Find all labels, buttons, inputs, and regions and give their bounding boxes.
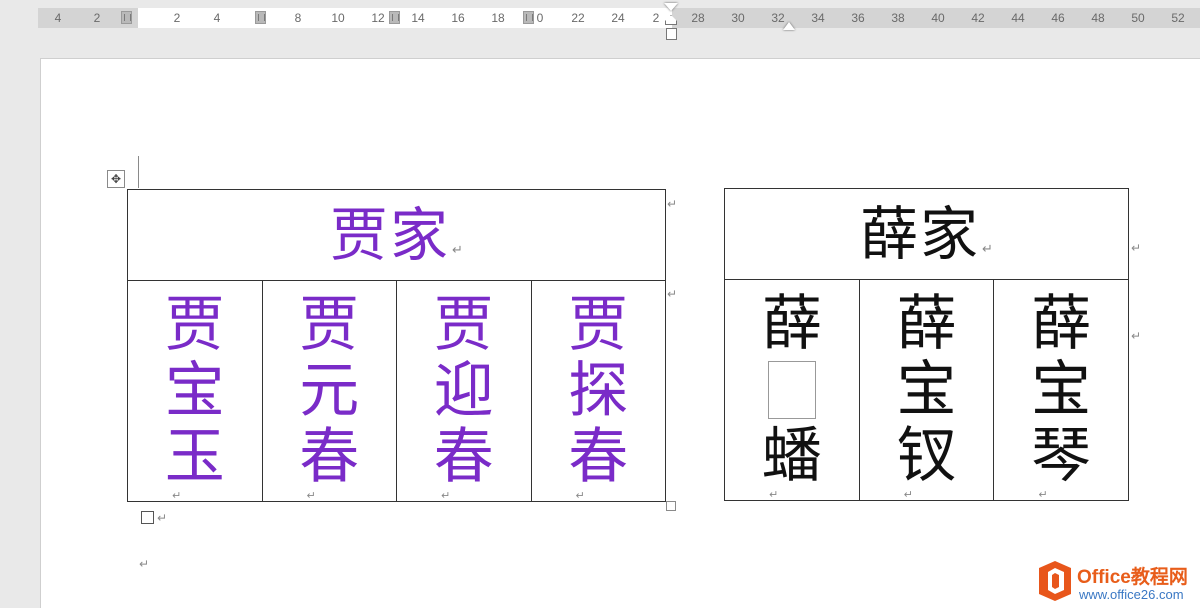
first-line-indent-marker[interactable] <box>664 3 678 11</box>
watermark-title: Office教程网 <box>1077 567 1188 588</box>
member-name-cell[interactable]: 贾探春 ↵ <box>530 280 666 502</box>
name-character: 元 <box>299 356 360 426</box>
paragraph-mark-icon: ↵ <box>139 557 150 571</box>
ruler-tick-label: 50 <box>1131 11 1145 25</box>
name-character: 琴 <box>1031 421 1092 491</box>
cell-end-mark-icon: ↵ <box>172 489 182 502</box>
ruler-tick-label: 22 <box>571 11 585 25</box>
name-character: 宝 <box>1031 355 1092 425</box>
ruler-tick-label: 48 <box>1091 11 1105 25</box>
xue-header-cell[interactable]: 薛家 ↵ <box>724 188 1129 280</box>
ruler-tick-label: 2 <box>173 11 181 25</box>
name-character: 蟠 <box>761 421 822 491</box>
ruler-tick-label: 42 <box>971 11 985 25</box>
vertical-name: 贾探春 <box>532 281 666 501</box>
name-character: 春 <box>433 422 494 492</box>
column-marker[interactable] <box>255 11 266 24</box>
ruler-tick-label: 4 <box>54 11 62 25</box>
horizontal-ruler[interactable]: 4 2 2 4 8 10 12 14 16 18 0 22 24 2 28 30 32 34 36 38 40 42 44 4… <box>0 0 1200 40</box>
ruler-tick-label: 28 <box>691 11 705 25</box>
ruler-tick-label: 10 <box>331 11 345 25</box>
text-cursor <box>138 156 139 188</box>
name-character: 宝 <box>896 355 957 425</box>
vertical-name: 贾宝玉 <box>128 281 262 501</box>
cell-end-mark-icon: ↵ <box>306 489 316 502</box>
left-indent-marker[interactable] <box>666 28 677 40</box>
paragraph-mark-icon: ↵ <box>452 243 463 258</box>
ruler-tick-label: 46 <box>1051 11 1065 25</box>
ruler-tick-label: 4 <box>213 11 221 25</box>
vertical-name: 贾元春 <box>263 281 397 501</box>
vertical-name: 薛宝钗 <box>860 280 994 500</box>
name-character: 贾 <box>433 290 494 360</box>
office-logo-icon <box>1039 561 1071 601</box>
jia-family-table[interactable]: 贾家 ↵ 贾宝玉 ↵ 贾元春 ↵ 贾迎春 ↵ 贾探春 ↵ <box>127 189 666 502</box>
watermark-url: www.office26.com <box>1079 587 1184 602</box>
ruler-tick-label: 8 <box>294 11 302 25</box>
ruler-tick-label: 52 <box>1171 11 1185 25</box>
cell-end-mark-icon: ↵ <box>575 489 585 502</box>
paragraph-mark-icon: ↵ <box>157 511 168 525</box>
member-name-cell[interactable]: 贾迎春 ↵ <box>396 280 532 502</box>
ruler-tick-label: 2 <box>93 11 101 25</box>
row-end-mark-icon: ↵ <box>1131 329 1142 343</box>
ruler-tick-label: 38 <box>891 11 905 25</box>
column-marker[interactable] <box>389 11 400 24</box>
ruler-tick-label: 12 <box>371 11 385 25</box>
row-end-mark-icon: ↵ <box>667 287 678 301</box>
cell-end-mark-icon: ↵ <box>1038 488 1048 501</box>
ruler-tick-label: 18 <box>491 11 505 25</box>
ruler-tick-label: 2 <box>652 11 660 25</box>
name-character: 春 <box>568 422 629 492</box>
name-character: 春 <box>299 422 360 492</box>
name-character: 薛 <box>761 289 822 359</box>
cell-end-mark-icon: ↵ <box>903 488 913 501</box>
column-marker[interactable] <box>523 11 534 24</box>
column-marker[interactable] <box>121 11 132 24</box>
name-character: 迎 <box>433 356 494 426</box>
xue-header-text: 薛家 <box>860 200 981 268</box>
ruler-tick-label: 34 <box>811 11 825 25</box>
name-character: 贾 <box>568 290 629 360</box>
cell-end-mark-icon: ↵ <box>441 489 451 502</box>
member-name-cell[interactable]: 薛宝琴 ↵ <box>993 279 1129 501</box>
row-end-mark-icon: ↵ <box>667 197 678 211</box>
name-character: 玉 <box>164 422 225 492</box>
jia-header-text: 贾家 <box>330 201 451 269</box>
member-name-cell[interactable]: 贾元春 ↵ <box>261 280 397 502</box>
member-name-cell[interactable]: 薛宝钗 ↵ <box>858 279 995 501</box>
member-name-cell[interactable]: 贾宝玉 ↵ <box>127 280 263 502</box>
vertical-name: 薛蟠 <box>725 280 859 500</box>
office26-watermark: Office教程网 www.office26.com <box>1033 556 1200 608</box>
row-end-mark-icon: ↵ <box>1131 241 1142 255</box>
vertical-name: 薛宝琴 <box>994 280 1128 500</box>
name-character: 薛 <box>896 289 957 359</box>
name-character: 钗 <box>896 421 957 491</box>
table-resize-handle-icon[interactable] <box>666 501 676 511</box>
ruler-tick-label: 36 <box>851 11 865 25</box>
tab-stop-marker[interactable] <box>783 22 795 30</box>
member-name-cell[interactable]: 薛蟠 ↵ <box>724 279 860 501</box>
name-character: 探 <box>568 356 629 426</box>
ruler-tick-label: 40 <box>931 11 945 25</box>
name-character: 贾 <box>164 290 225 360</box>
xue-family-table[interactable]: 薛家 ↵ 薛蟠 ↵ 薛宝钗 ↵ 薛宝琴 ↵ <box>724 188 1129 501</box>
vertical-name: 贾迎春 <box>397 281 531 501</box>
name-character: 贾 <box>299 290 360 360</box>
ruler-tick-label: 16 <box>451 11 465 25</box>
table-move-handle-icon[interactable]: ✥ <box>107 170 125 188</box>
ruler-tick-label: 0 <box>536 11 544 25</box>
jia-header-cell[interactable]: 贾家 ↵ <box>127 189 666 281</box>
ruler-tick-label: 14 <box>411 11 425 25</box>
ruler-tick-label: 24 <box>611 11 625 25</box>
checkbox-glyph <box>141 511 154 524</box>
missing-glyph-box <box>767 361 816 419</box>
ruler-tick-label: 44 <box>1011 11 1025 25</box>
cell-end-mark-icon: ↵ <box>769 488 779 501</box>
name-character: 薛 <box>1031 289 1092 359</box>
name-character: 宝 <box>164 356 225 426</box>
ruler-tick-label: 30 <box>731 11 745 25</box>
paragraph-mark-icon: ↵ <box>982 242 993 257</box>
